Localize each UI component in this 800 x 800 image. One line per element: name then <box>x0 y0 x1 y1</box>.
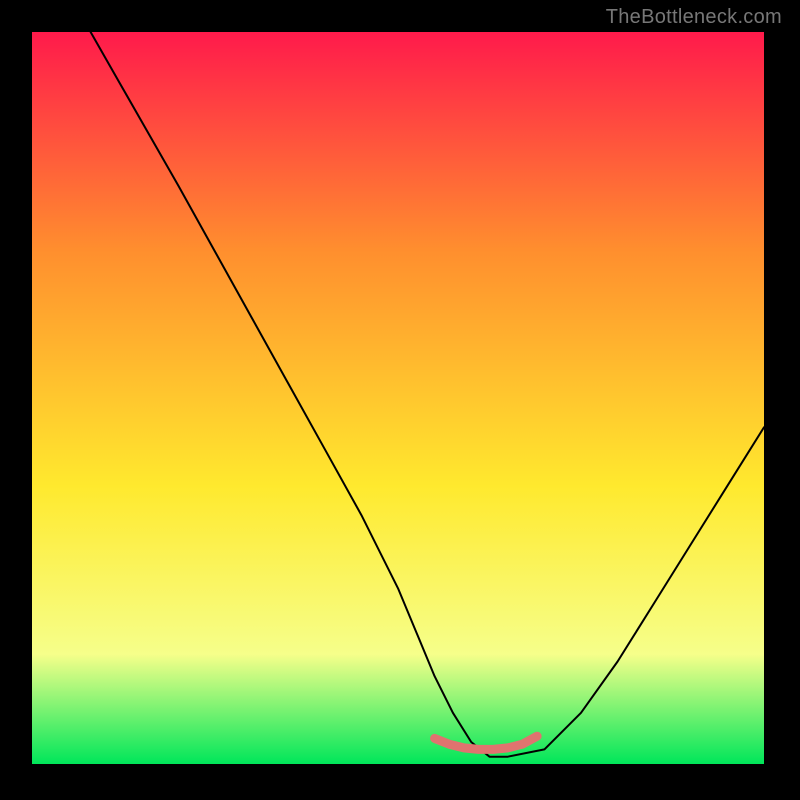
watermark-text: TheBottleneck.com <box>606 6 782 29</box>
chart-area <box>30 30 766 766</box>
gradient-background <box>32 32 764 764</box>
chart-svg <box>32 32 764 764</box>
